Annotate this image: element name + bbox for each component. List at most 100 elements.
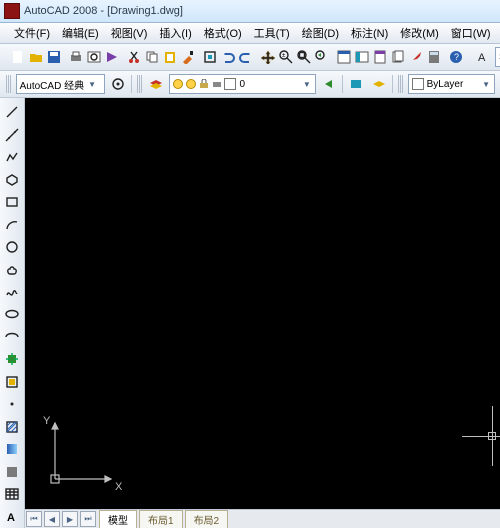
menu-insert[interactable]: 插入(I) bbox=[153, 23, 197, 43]
quick-calc-button[interactable] bbox=[426, 46, 442, 68]
menu-view[interactable]: 视图(V) bbox=[105, 23, 154, 43]
paste-button[interactable] bbox=[162, 46, 178, 68]
point-button[interactable] bbox=[1, 394, 23, 414]
design-center-button[interactable] bbox=[354, 46, 370, 68]
block-editor-button[interactable] bbox=[202, 46, 218, 68]
layout-tabs: ⏮ ◀ ▶ ⏭ 模型 布局1 布局2 bbox=[25, 509, 500, 528]
publish-button[interactable] bbox=[104, 46, 120, 68]
region-button[interactable] bbox=[1, 462, 23, 482]
mtext-button[interactable]: A bbox=[1, 506, 23, 526]
tool-palettes-button[interactable] bbox=[372, 46, 388, 68]
workspace-value: AutoCAD 经典 bbox=[20, 77, 84, 92]
menu-tools[interactable]: 工具(T) bbox=[248, 23, 296, 43]
layer-state-button[interactable] bbox=[346, 73, 366, 95]
layer-color-swatch bbox=[224, 78, 236, 90]
properties-button[interactable] bbox=[336, 46, 352, 68]
workspace-settings-button[interactable] bbox=[108, 73, 128, 95]
canvas-area: Y X ⏮ ◀ ▶ ⏭ 模型 布局1 bbox=[25, 98, 500, 528]
color-value: ByLayer bbox=[427, 79, 464, 90]
zoom-window-button[interactable] bbox=[296, 46, 312, 68]
rectangle-button[interactable] bbox=[1, 192, 23, 212]
ucs-y-label: Y bbox=[43, 415, 50, 427]
drawing-canvas[interactable]: Y X bbox=[25, 98, 500, 509]
work-area: A Y X ⏮ ◀ bbox=[0, 98, 500, 528]
undo-button[interactable] bbox=[220, 46, 236, 68]
ellipse-arc-button[interactable] bbox=[1, 327, 23, 347]
window-title: AutoCAD 2008 - [Drawing1.dwg] bbox=[24, 5, 183, 17]
ellipse-button[interactable] bbox=[1, 304, 23, 324]
chevron-down-icon: ▼ bbox=[481, 80, 491, 89]
redo-button[interactable] bbox=[238, 46, 254, 68]
line-button[interactable] bbox=[1, 102, 23, 122]
pan-button[interactable] bbox=[260, 46, 276, 68]
circle-button[interactable] bbox=[1, 237, 23, 257]
menu-file[interactable]: 文件(F) bbox=[8, 23, 56, 43]
layer-previous-button[interactable] bbox=[319, 73, 339, 95]
help-button[interactable]: ? bbox=[448, 46, 464, 68]
menu-dimension[interactable]: 标注(N) bbox=[345, 23, 394, 43]
insert-block-button[interactable] bbox=[1, 349, 23, 369]
tab-first-button[interactable]: ⏮ bbox=[26, 511, 42, 527]
xline-button[interactable] bbox=[1, 124, 23, 144]
menu-window[interactable]: 窗口(W) bbox=[445, 23, 497, 43]
app-icon bbox=[4, 3, 20, 19]
workspace-toolbar: AutoCAD 经典 ▼ 0 ▼ ByLayer ▼ bbox=[0, 71, 500, 98]
arc-button[interactable] bbox=[1, 214, 23, 234]
zoom-realtime-button[interactable]: ± bbox=[278, 46, 294, 68]
color-swatch bbox=[412, 78, 424, 90]
layer-iso-button[interactable] bbox=[369, 73, 389, 95]
title-bar: AutoCAD 2008 - [Drawing1.dwg] bbox=[0, 0, 500, 23]
lock-icon bbox=[199, 79, 209, 89]
layer-name: 0 bbox=[239, 79, 245, 90]
draw-toolbar: A bbox=[0, 98, 25, 528]
chevron-down-icon: ▼ bbox=[87, 80, 97, 89]
polyline-button[interactable] bbox=[1, 147, 23, 167]
workspace-combo[interactable]: AutoCAD 经典 ▼ bbox=[16, 74, 105, 94]
plot-preview-button[interactable] bbox=[86, 46, 102, 68]
plot-icon bbox=[212, 79, 222, 89]
color-combo[interactable]: ByLayer ▼ bbox=[408, 74, 495, 94]
text-style-button[interactable]: A bbox=[476, 46, 492, 68]
ucs-x-label: X bbox=[115, 481, 122, 493]
svg-text:A: A bbox=[7, 512, 15, 524]
menu-bar: 文件(F) 编辑(E) 视图(V) 插入(I) 格式(O) 工具(T) 绘图(D… bbox=[0, 23, 500, 44]
chevron-down-icon: ▼ bbox=[302, 80, 312, 89]
revcloud-button[interactable] bbox=[1, 259, 23, 279]
print-button[interactable] bbox=[68, 46, 84, 68]
sheet-set-button[interactable] bbox=[390, 46, 406, 68]
menu-format[interactable]: 格式(O) bbox=[198, 23, 248, 43]
zoom-previous-button[interactable] bbox=[314, 46, 330, 68]
text-style-combo[interactable]: Standard ▼ bbox=[495, 47, 500, 67]
grip[interactable] bbox=[398, 75, 403, 93]
gradient-button[interactable] bbox=[1, 439, 23, 459]
cut-button[interactable] bbox=[126, 46, 142, 68]
save-button[interactable] bbox=[46, 46, 62, 68]
tab-last-button[interactable]: ⏭ bbox=[80, 511, 96, 527]
standard-toolbar: ± ? A Standard ▼ ISO-2 bbox=[0, 44, 500, 71]
grip[interactable] bbox=[137, 75, 142, 93]
new-button[interactable] bbox=[10, 46, 26, 68]
freeze-icon bbox=[186, 79, 196, 89]
markup-button[interactable] bbox=[408, 46, 424, 68]
menu-draw[interactable]: 绘图(D) bbox=[296, 23, 345, 43]
tab-layout1[interactable]: 布局1 bbox=[139, 510, 183, 528]
tab-model[interactable]: 模型 bbox=[99, 510, 137, 528]
menu-edit[interactable]: 编辑(E) bbox=[56, 23, 105, 43]
svg-text:A: A bbox=[478, 52, 486, 64]
make-block-button[interactable] bbox=[1, 372, 23, 392]
menu-modify[interactable]: 修改(M) bbox=[394, 23, 445, 43]
polygon-button[interactable] bbox=[1, 169, 23, 189]
tab-layout2[interactable]: 布局2 bbox=[185, 510, 229, 528]
hatch-button[interactable] bbox=[1, 417, 23, 437]
tab-prev-button[interactable]: ◀ bbox=[44, 511, 60, 527]
spline-button[interactable] bbox=[1, 282, 23, 302]
tab-next-button[interactable]: ▶ bbox=[62, 511, 78, 527]
table-button[interactable] bbox=[1, 484, 23, 504]
open-button[interactable] bbox=[28, 46, 44, 68]
grip[interactable] bbox=[6, 75, 11, 93]
layer-combo[interactable]: 0 ▼ bbox=[169, 74, 315, 94]
menu-help[interactable]: 帮助(H) bbox=[497, 23, 500, 43]
copy-button[interactable] bbox=[144, 46, 160, 68]
layer-props-button[interactable] bbox=[146, 73, 166, 95]
match-prop-button[interactable] bbox=[180, 46, 196, 68]
